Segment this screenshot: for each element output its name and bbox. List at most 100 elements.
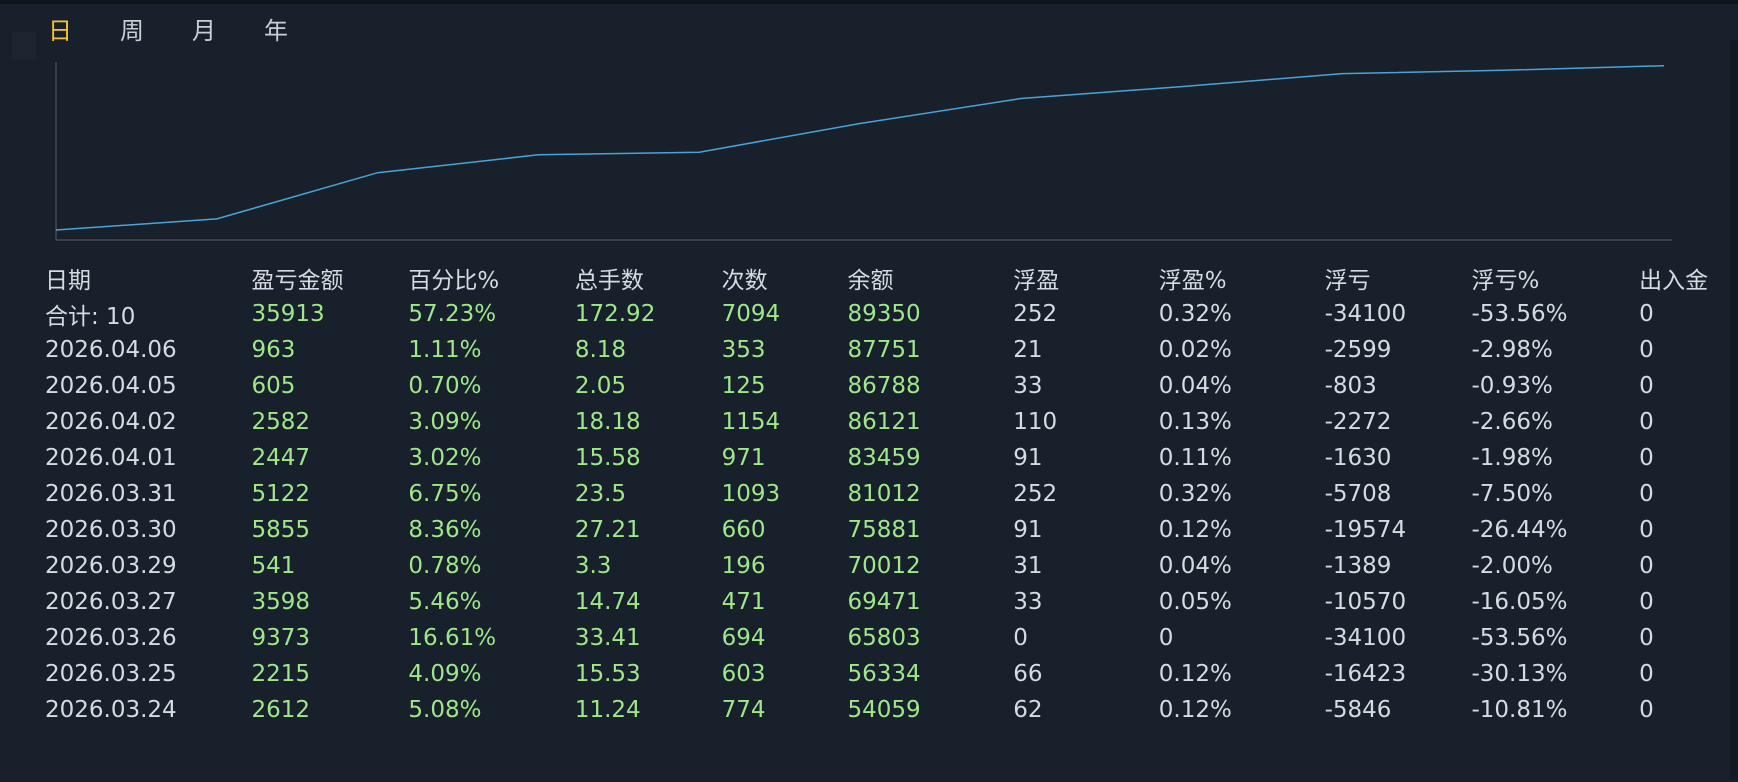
cell-pnl: 35913 [251,301,325,327]
cell-float-loss-pct: -10.81% [1471,697,1568,723]
cell-lots: 15.58 [574,445,641,471]
cell-percent: 5.08% [408,697,482,723]
cell-lots: 2.05 [574,373,627,399]
header-pnl[interactable]: 盈亏金额 [243,260,400,296]
cell-pnl: 605 [251,373,296,399]
cell-percent: 3.09% [408,409,482,435]
cell-balance: 70012 [847,553,921,579]
cell-deposit: 0 [1639,445,1654,471]
cell-percent: 1.11% [408,337,482,363]
cell-date: 2026.03.27 [45,589,177,615]
cell-count: 196 [721,553,766,579]
cell-percent: 6.75% [408,481,482,507]
cell-pnl: 9373 [251,625,311,651]
cell-percent: 3.02% [408,445,482,471]
cell-float-loss: -1389 [1324,553,1392,579]
header-float-loss[interactable]: 浮亏 [1316,260,1463,296]
header-count[interactable]: 次数 [713,260,839,296]
header-float-loss-pct[interactable]: 浮亏% [1462,260,1630,296]
cell-deposit: 0 [1639,301,1654,327]
cell-float-loss-pct: -7.50% [1471,481,1553,507]
cell-float-loss-pct: -30.13% [1471,661,1568,687]
header-percent[interactable]: 百分比% [399,260,565,296]
header-float-profit-pct[interactable]: 浮盈% [1150,260,1316,296]
table-row[interactable]: 2026.04.05 605 0.70% 2.05 125 86788 33 0.04% -80… [36,368,1738,404]
cell-deposit: 0 [1639,589,1654,615]
cell-lots: 172.92 [574,301,656,327]
chart-series-line [55,64,1665,231]
cell-pnl: 963 [251,337,296,363]
cell-float-loss: -34100 [1324,301,1407,327]
cell-float-profit: 252 [1013,301,1058,327]
table-row[interactable]: 2026.03.29 541 0.78% 3.3 196 70012 31 0.04% -138… [36,548,1738,584]
cell-float-loss-pct: -26.44% [1471,517,1568,543]
cell-float-loss: -2599 [1324,337,1392,363]
cell-float-loss-pct: -2.98% [1471,337,1553,363]
table-row[interactable]: 2026.03.30 5855 8.36% 27.21 660 75881 91 0.12% -… [36,512,1738,548]
cell-float-loss: -16423 [1324,661,1407,687]
cell-deposit: 0 [1639,625,1654,651]
cell-float-profit: 33 [1013,589,1043,615]
cell-lots: 18.18 [574,409,641,435]
cell-float-profit: 110 [1013,409,1058,435]
table-row[interactable]: 2026.03.27 3598 5.46% 14.74 471 69471 33 0.05% -… [36,584,1738,620]
cell-float-profit-pct: 0.04% [1158,373,1232,399]
cell-float-profit: 21 [1013,337,1043,363]
cell-float-loss-pct: -53.56% [1471,301,1568,327]
tab-day[interactable]: 日 [48,14,72,50]
cell-float-loss-pct: -1.98% [1471,445,1553,471]
cell-count: 694 [721,625,766,651]
cell-pnl: 2215 [251,661,311,687]
table-row[interactable]: 2026.03.31 5122 6.75% 23.5 1093 81012 252 0.32%… [36,476,1738,512]
cell-pnl: 541 [251,553,296,579]
cell-count: 660 [721,517,766,543]
table-row[interactable]: 2026.04.02 2582 3.09% 18.18 1154 86121 110 0.13… [36,404,1738,440]
table-row[interactable]: 2026.04.06 963 1.11% 8.18 353 87751 21 0.02% -25… [36,332,1738,368]
table-header-row: 日期 盈亏金额 百分比% 总手数 次数 余额 浮盈 浮盈% 浮亏 浮亏% 出入金 [36,260,1738,296]
cell-date: 2026.03.29 [45,553,177,579]
cell-deposit: 0 [1639,409,1654,435]
cell-balance: 83459 [847,445,921,471]
cell-lots: 3.3 [574,553,612,579]
header-deposit[interactable]: 出入金 [1630,260,1738,296]
cell-pnl: 3598 [251,589,311,615]
cell-balance: 86121 [847,409,921,435]
cell-date: 合计: 10 [45,304,136,330]
cell-deposit: 0 [1639,517,1654,543]
cell-float-loss: -5708 [1324,481,1392,507]
cell-pnl: 5122 [251,481,311,507]
cell-deposit: 0 [1639,481,1654,507]
cell-pnl: 2582 [251,409,311,435]
cell-lots: 23.5 [574,481,627,507]
table-total-row[interactable]: 合计: 10 35913 57.23% 172.92 7094 89350 252 0.32%… [36,296,1738,332]
cell-lots: 11.24 [574,697,641,723]
table-row[interactable]: 2026.03.25 2215 4.09% 15.53 603 56334 66 0.12% -… [36,656,1738,692]
cell-balance: 75881 [847,517,921,543]
cell-float-loss-pct: -53.56% [1471,625,1568,651]
table-row[interactable]: 2026.04.01 2447 3.02% 15.58 971 83459 91 0.11% -… [36,440,1738,476]
header-float-profit[interactable]: 浮盈 [1004,260,1150,296]
cell-percent: 8.36% [408,517,482,543]
cell-count: 7094 [721,301,781,327]
cell-float-loss-pct: -0.93% [1471,373,1553,399]
tab-week[interactable]: 周 [120,14,144,50]
cell-lots: 27.21 [574,517,641,543]
cell-pnl: 2612 [251,697,311,723]
cell-count: 603 [721,661,766,687]
cell-deposit: 0 [1639,373,1654,399]
tab-month[interactable]: 月 [192,14,216,50]
tab-year[interactable]: 年 [264,14,288,50]
header-date[interactable]: 日期 [36,260,243,296]
cell-balance: 65803 [847,625,921,651]
header-balance[interactable]: 余额 [838,260,1004,296]
cell-count: 353 [721,337,766,363]
cell-lots: 14.74 [574,589,641,615]
header-lots[interactable]: 总手数 [566,260,713,296]
cell-float-profit: 252 [1013,481,1058,507]
table-row[interactable]: 2026.03.26 9373 16.61% 33.41 694 65803 0 0 -3410… [36,620,1738,656]
daily-report-table: 日期 盈亏金额 百分比% 总手数 次数 余额 浮盈 浮盈% 浮亏 浮亏% 出入金 合计: 10 359… [36,260,1738,728]
cell-float-profit-pct: 0.05% [1158,589,1232,615]
table-row[interactable]: 2026.03.24 2612 5.08% 11.24 774 54059 62 0.12% -… [36,692,1738,728]
cell-balance: 81012 [847,481,921,507]
right-edge-panel [1730,40,1738,780]
